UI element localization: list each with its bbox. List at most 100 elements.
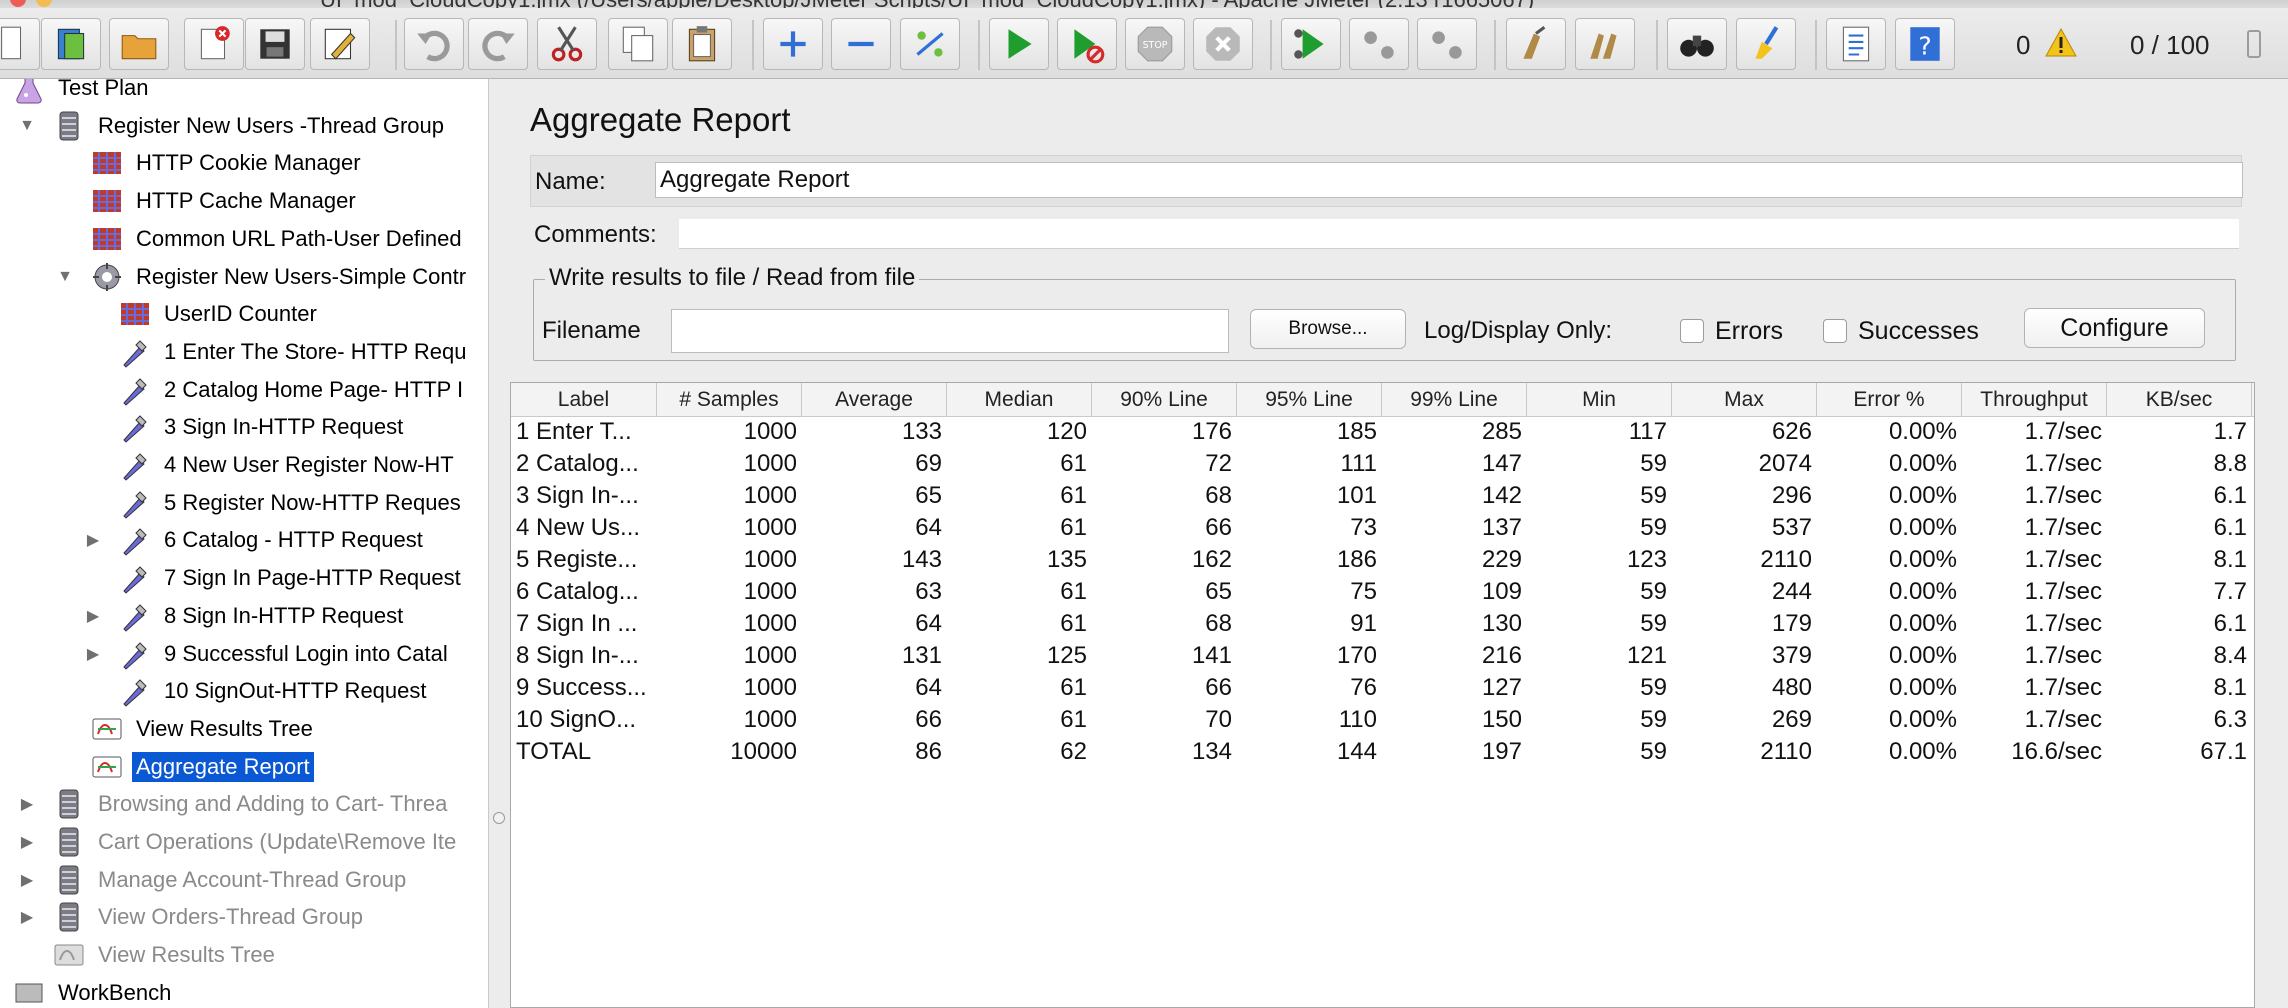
open-icon[interactable] [109, 18, 169, 70]
minimize-window-icon[interactable] [36, 0, 52, 7]
search-icon[interactable] [1667, 18, 1727, 70]
tree-expand-arrow-icon[interactable]: ▶ [18, 795, 36, 813]
tree-node[interactable]: HTTP Cookie Manager [88, 146, 365, 180]
remote-stop-icon[interactable] [1349, 18, 1409, 70]
warning-icon[interactable] [2044, 26, 2078, 60]
comments-input[interactable] [679, 219, 2239, 249]
tree-node[interactable]: Manage Account-Thread Group [50, 863, 410, 897]
collapse-icon[interactable] [831, 18, 891, 70]
errors-checkbox[interactable] [1680, 319, 1704, 343]
filename-input[interactable] [671, 309, 1229, 353]
column-header[interactable]: 95% Line [1237, 383, 1382, 416]
tree-node[interactable]: Browsing and Adding to Cart- Threa [50, 787, 451, 821]
tree-node[interactable]: 7 Sign In Page-HTTP Request [116, 561, 465, 595]
copy-icon[interactable] [608, 18, 668, 70]
split-pane-divider[interactable] [489, 79, 508, 1008]
divider-grip-icon[interactable] [493, 812, 505, 824]
tree-node[interactable]: Common URL Path-User Defined [88, 222, 466, 256]
reset-search-icon[interactable] [1736, 18, 1796, 70]
table-row[interactable]: 9 Success... 1000 64 61 66 76 127 59 480 0.00% 1.7… [511, 672, 2254, 704]
browse-button[interactable]: Browse... [1250, 309, 1406, 349]
tree-collapse-arrow-icon[interactable]: ▼ [18, 117, 36, 135]
tree-node[interactable]: HTTP Cache Manager [88, 184, 360, 218]
tree-node[interactable]: Register New Users-Simple Contr [88, 260, 470, 294]
tree-node[interactable]: 3 Sign In-HTTP Request [116, 410, 407, 444]
templates-icon[interactable] [41, 18, 101, 70]
tree-collapse-arrow-icon[interactable]: ▼ [56, 268, 74, 286]
column-header[interactable]: # Samples [657, 383, 802, 416]
close-icon[interactable] [184, 18, 244, 70]
toolbar: STOP ? 0 0 / 100 [0, 8, 2288, 79]
table-cell: 1000 [743, 450, 797, 477]
table-row[interactable]: 1 Enter T... 1000 133 120 176 185 285 117 626 0.0… [511, 416, 2254, 448]
paste-icon[interactable] [672, 18, 732, 70]
toggle-icon[interactable] [900, 18, 960, 70]
column-header[interactable]: Throughput [1962, 383, 2107, 416]
tree-node[interactable]: Register New Users -Thread Group [50, 109, 448, 143]
column-header[interactable]: Median [947, 383, 1092, 416]
column-header[interactable]: Error % [1817, 383, 1962, 416]
tree-node[interactable]: View Results Tree [50, 938, 279, 972]
column-header[interactable]: Max [1672, 383, 1817, 416]
new-icon[interactable] [0, 18, 40, 70]
tree-node[interactable]: WorkBench [10, 976, 175, 1008]
tree-expand-arrow-icon[interactable]: ▶ [84, 645, 102, 663]
stop-icon[interactable]: STOP [1125, 18, 1185, 70]
column-header[interactable]: 99% Line [1382, 383, 1527, 416]
tree-node[interactable]: View Results Tree [88, 712, 317, 746]
remote-start-icon[interactable] [1281, 18, 1341, 70]
tree-node[interactable]: 6 Catalog - HTTP Request [116, 523, 427, 557]
remote-shutdown-icon[interactable] [1417, 18, 1477, 70]
start-icon[interactable] [989, 18, 1049, 70]
clear-icon[interactable] [1506, 18, 1566, 70]
tree-node[interactable]: 2 Catalog Home Page- HTTP I [116, 373, 467, 407]
table-row[interactable]: 5 Registe... 1000 143 135 162 186 229 123 2110 0.… [511, 544, 2254, 576]
function-helper-icon[interactable] [1826, 18, 1886, 70]
start-no-pause-icon[interactable] [1057, 18, 1117, 70]
table-row[interactable]: 10 SignO... 1000 66 61 70 110 150 59 269 0.00% 1.7… [511, 704, 2254, 736]
tree-node[interactable]: Test Plan [10, 79, 153, 105]
help-icon[interactable]: ? [1895, 18, 1955, 70]
column-header[interactable]: Average [802, 383, 947, 416]
undo-icon[interactable] [404, 18, 464, 70]
table-row[interactable]: 8 Sign In-... 1000 131 125 141 170 216 121 379 0.… [511, 640, 2254, 672]
tree-node[interactable]: View Orders-Thread Group [50, 900, 367, 934]
tree-expand-arrow-icon[interactable]: ▶ [84, 607, 102, 625]
table-row[interactable]: TOTAL 10000 86 62 134 144 197 59 2110 0.00% 16.6/s… [511, 736, 2254, 768]
tree-node[interactable]: 5 Register Now-HTTP Reques [116, 486, 465, 520]
column-header[interactable]: KB/sec [2107, 383, 2252, 416]
table-cell: 123 [1626, 546, 1667, 573]
tree-node[interactable]: UserID Counter [116, 297, 321, 331]
successes-checkbox[interactable] [1823, 319, 1847, 343]
tree-expand-arrow-icon[interactable]: ▶ [84, 531, 102, 549]
tree-node[interactable]: Aggregate Report [88, 750, 314, 784]
tree-node[interactable]: 1 Enter The Store- HTTP Requ [116, 335, 470, 369]
table-row[interactable]: 6 Catalog... 1000 63 61 65 75 109 59 244 0.00% 1.7… [511, 576, 2254, 608]
tree-node[interactable]: 4 New User Register Now-HT [116, 448, 458, 482]
column-header[interactable]: 90% Line [1092, 383, 1237, 416]
name-input[interactable] [655, 162, 2243, 198]
table-row[interactable]: 4 New Us... 1000 64 61 66 73 137 59 537 0.00% 1.7/… [511, 512, 2254, 544]
tree-node[interactable]: 9 Successful Login into Catal [116, 637, 452, 671]
cut-icon[interactable] [537, 18, 597, 70]
table-row[interactable]: 2 Catalog... 1000 69 61 72 111 147 59 2074 0.00% 1… [511, 448, 2254, 480]
column-header[interactable]: Min [1527, 383, 1672, 416]
table-row[interactable]: 3 Sign In-... 1000 65 61 68 101 142 59 296 0.00% 1… [511, 480, 2254, 512]
tree-expand-arrow-icon[interactable]: ▶ [18, 871, 36, 889]
expand-icon[interactable] [763, 18, 823, 70]
tree-expand-arrow-icon[interactable]: ▶ [18, 908, 36, 926]
configure-button[interactable]: Configure [2024, 308, 2205, 348]
save-as-icon[interactable] [310, 18, 370, 70]
clear-all-icon[interactable] [1575, 18, 1635, 70]
column-header[interactable]: Label [511, 383, 657, 416]
table-cell: 176 [1191, 418, 1232, 445]
shutdown-icon[interactable] [1193, 18, 1253, 70]
close-window-icon[interactable] [10, 0, 26, 7]
tree-node[interactable]: Cart Operations (Update\Remove Ite [50, 825, 460, 859]
tree-expand-arrow-icon[interactable]: ▶ [18, 833, 36, 851]
redo-icon[interactable] [468, 18, 528, 70]
save-icon[interactable] [245, 18, 305, 70]
tree-node[interactable]: 8 Sign In-HTTP Request [116, 599, 407, 633]
tree-node[interactable]: 10 SignOut-HTTP Request [116, 674, 431, 708]
table-row[interactable]: 7 Sign In ... 1000 64 61 68 91 130 59 179 0.00% 1.… [511, 608, 2254, 640]
